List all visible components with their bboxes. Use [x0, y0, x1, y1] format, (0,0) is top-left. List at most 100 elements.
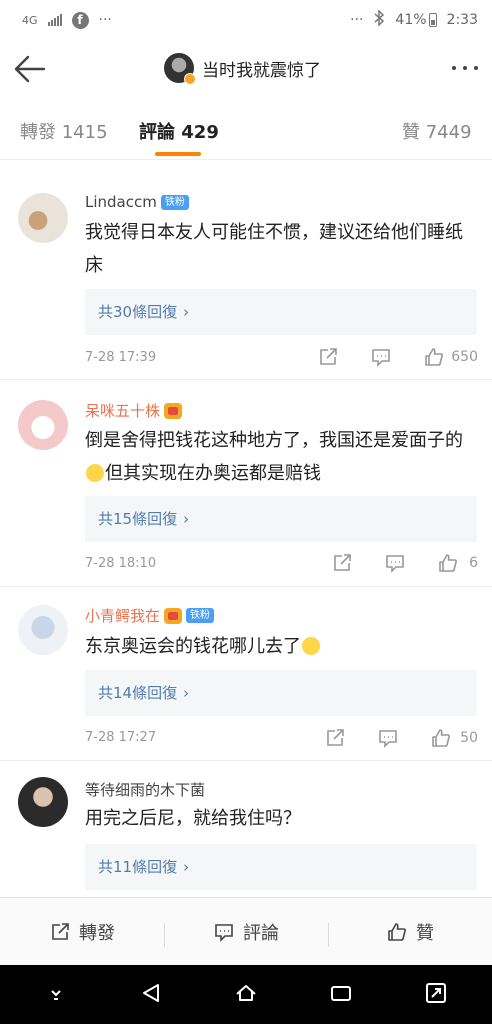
- replies-label: 共15條回復: [98, 510, 178, 528]
- replies-label: 共30條回復: [98, 303, 178, 321]
- signal-icon: [47, 14, 62, 26]
- comment-time: 7-28 18:10: [85, 556, 157, 571]
- avatar[interactable]: [18, 777, 68, 827]
- view-replies-button[interactable]: 共15條回復 ›: [85, 496, 477, 542]
- comment-text: 我觉得日本友人可能住不惯，建议还给他们睡纸床: [85, 222, 463, 276]
- thumbs-up-icon[interactable]: [423, 346, 445, 368]
- tab-comments[interactable]: 評論 429: [139, 118, 219, 144]
- comment-item: 呆咪五十株 倒是舍得把钱花这种地方了，我国还是爱面子的但其实现在办奥运都是赔钱 …: [0, 380, 492, 587]
- comment-item: 等待细雨的木下菌 用完之后尼，就给我住吗？ 共11條回復 ›: [0, 761, 492, 897]
- avatar[interactable]: [18, 193, 68, 243]
- comment-username[interactable]: 等待细雨的木下菌: [85, 779, 205, 800]
- expand-nav-button[interactable]: [423, 980, 449, 1010]
- comment-text: 倒是舍得把钱花这种地方了，我国还是爱面子的但其实现在办奥运都是赔钱: [85, 424, 477, 490]
- verified-icon: [184, 73, 196, 85]
- smile-emoji-icon: [86, 464, 104, 482]
- comment-icon: [213, 921, 235, 943]
- username-text: 呆咪五十株: [85, 402, 161, 420]
- status-more-left: ···: [98, 12, 112, 28]
- comment-icon[interactable]: [370, 346, 392, 368]
- like-count: 6: [469, 555, 478, 571]
- chevron-right-icon: ›: [183, 510, 190, 528]
- bottom-action-bar: 轉發 評論 贊: [0, 897, 492, 965]
- comment-icon[interactable]: [384, 552, 406, 574]
- username-text: Lindaccm: [85, 193, 157, 211]
- fan-badge: 铁粉: [160, 194, 189, 210]
- replies-label: 共14條回復: [98, 684, 178, 702]
- repost-label: 轉發: [79, 922, 115, 944]
- share-icon[interactable]: [317, 346, 339, 368]
- expand-icon: [426, 982, 447, 1003]
- comment-text-part: 倒是舍得把钱花这种地方了，我国还是爱面子的: [85, 430, 463, 451]
- avatar[interactable]: [18, 400, 68, 450]
- comment-text-part: 但其实现在办奥运都是赔钱: [105, 463, 321, 484]
- avatar[interactable]: [164, 53, 196, 85]
- battery-level: 41%: [395, 12, 427, 28]
- comment-button[interactable]: 評論: [164, 919, 328, 947]
- comment-username[interactable]: 小青鳄我在 铁粉: [85, 605, 215, 626]
- share-icon[interactable]: [331, 552, 353, 574]
- back-button[interactable]: [12, 52, 48, 86]
- comment-username[interactable]: 呆咪五十株: [85, 400, 183, 421]
- vip-crown-icon: [164, 607, 183, 624]
- view-replies-button[interactable]: 共11條回復 ›: [85, 844, 477, 890]
- view-replies-button[interactable]: 共30條回復 ›: [85, 289, 477, 335]
- replies-label: 共11條回復: [98, 858, 178, 876]
- tab-bar: 轉發 1415 評論 429 贊 7449: [0, 98, 492, 160]
- back-nav-button[interactable]: [138, 980, 164, 1010]
- share-icon[interactable]: [324, 727, 346, 749]
- comment-username[interactable]: Lindaccm 铁粉: [85, 193, 189, 211]
- recents-icon: [331, 985, 352, 1001]
- avatar[interactable]: [18, 605, 68, 655]
- comment-actions: 650: [317, 346, 478, 368]
- clock: 2:33: [446, 12, 478, 28]
- comment-text: 用完之后尼，就给我住吗？: [85, 808, 301, 829]
- thumbs-up-icon: [386, 921, 408, 943]
- more-options-button[interactable]: [452, 66, 478, 70]
- comment-time: 7-28 17:39: [85, 350, 157, 365]
- like-label: 贊: [416, 922, 434, 944]
- active-tab-indicator: [155, 152, 201, 156]
- bluetooth-icon: [373, 9, 385, 30]
- chevron-right-icon: ›: [183, 858, 190, 876]
- comment-text: 东京奥运会的钱花哪儿去了: [85, 630, 477, 663]
- triangle-back-icon: [142, 983, 159, 1002]
- repost-button[interactable]: 轉發: [0, 919, 164, 945]
- tab-repost[interactable]: 轉發 1415: [20, 118, 108, 144]
- recents-nav-button[interactable]: [328, 980, 354, 1010]
- home-icon: [236, 984, 256, 1001]
- comment-label: 評論: [243, 922, 279, 944]
- share-icon: [49, 921, 71, 943]
- view-replies-button[interactable]: 共14條回復 ›: [85, 670, 477, 716]
- username-text: 等待细雨的木下菌: [85, 781, 206, 799]
- comment-item: 小青鳄我在 铁粉 东京奥运会的钱花哪儿去了 共14條回復 › 7-28 17:27…: [0, 587, 492, 761]
- shrug-emoji-icon: [302, 637, 320, 655]
- status-more-right: ···: [350, 12, 364, 28]
- chevron-right-icon: ›: [183, 303, 190, 321]
- like-button[interactable]: 贊: [328, 919, 492, 947]
- battery-icon: [428, 13, 437, 27]
- comment-actions: 50: [324, 727, 478, 749]
- comment-icon[interactable]: [377, 727, 399, 749]
- chevron-right-icon: ›: [183, 684, 190, 702]
- comment-actions: 6: [331, 552, 478, 574]
- comment-item: Lindaccm 铁粉 我觉得日本友人可能住不惯，建议还给他们睡纸床 共30條回…: [0, 161, 492, 380]
- status-bar: 4G f ··· ··· 41% 2:33: [0, 0, 492, 40]
- post-author[interactable]: 当时我就震惊了: [164, 53, 321, 85]
- network-indicator: 4G: [22, 13, 38, 27]
- comment-text-part: 东京奥运会的钱花哪儿去了: [85, 636, 301, 657]
- username-text: 小青鳄我在: [85, 607, 161, 625]
- keyboard-hide-button[interactable]: [43, 980, 69, 1010]
- comment-time: 7-28 17:27: [85, 730, 157, 745]
- fan-badge: 铁粉: [186, 608, 215, 623]
- vip-crown-icon: [164, 402, 183, 419]
- thumbs-up-icon[interactable]: [437, 552, 459, 574]
- like-count: 650: [451, 349, 478, 365]
- page-title: 当时我就震惊了: [202, 60, 321, 81]
- thumbs-up-icon[interactable]: [430, 727, 452, 749]
- like-count: 50: [460, 730, 478, 746]
- facebook-icon: f: [71, 11, 89, 29]
- tab-likes[interactable]: 贊 7449: [402, 118, 472, 144]
- home-nav-button[interactable]: [233, 980, 259, 1010]
- arrow-left-icon: [14, 55, 46, 83]
